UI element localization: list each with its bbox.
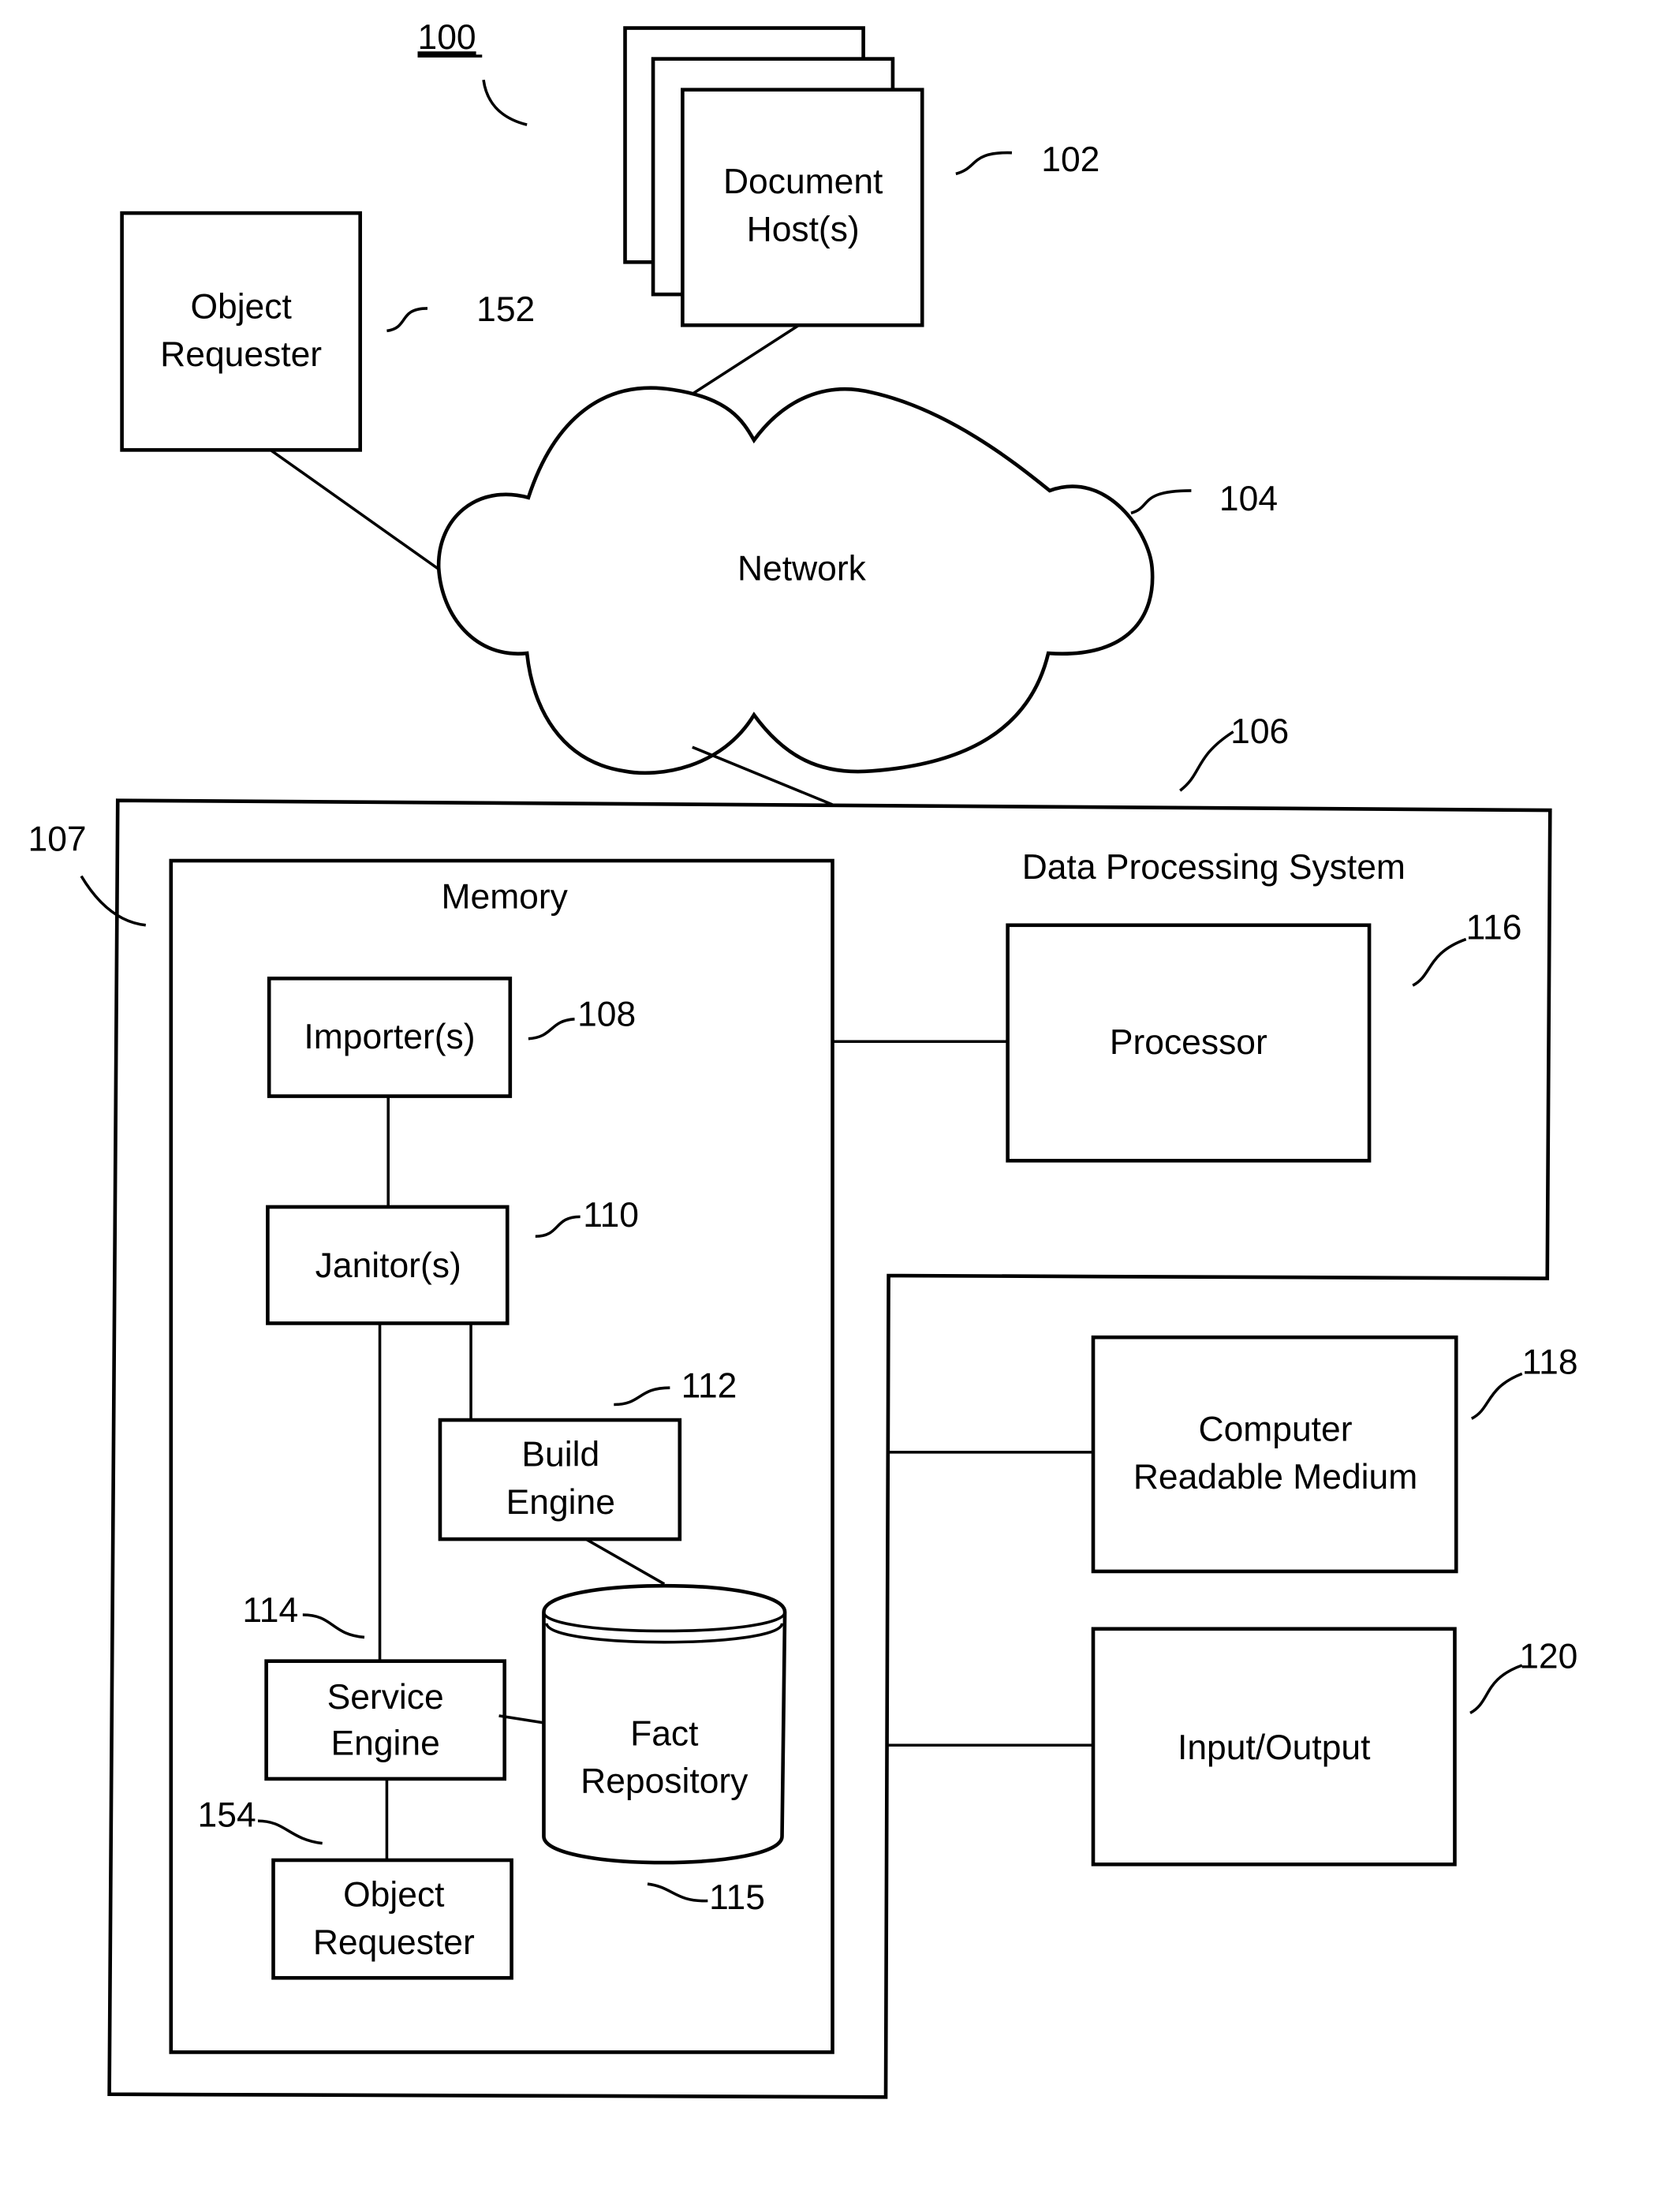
ref-116-label: 116 <box>1466 909 1522 947</box>
processor-node[interactable]: Processor <box>1006 923 1372 1163</box>
build-engine-label-1: Build <box>521 1436 599 1474</box>
service-engine-node[interactable]: Service Engine <box>264 1659 507 1781</box>
io-node[interactable]: Input/Output <box>1091 1627 1457 1866</box>
object-requester-external-label-1: Object <box>190 287 292 326</box>
ref-154-label: 154 <box>198 1795 256 1834</box>
document-host-label-1: Document <box>723 163 883 201</box>
ref-115-label: 115 <box>709 1878 765 1917</box>
ref-106-leader <box>1179 730 1234 792</box>
object-requester-external-label-2: Requester <box>160 335 322 374</box>
ref-110-leader <box>535 1215 581 1239</box>
object-requester-internal-label-1: Object <box>343 1876 445 1915</box>
object-requester-internal-node[interactable]: Object Requester <box>271 1858 513 1980</box>
memory-label: Memory <box>442 877 569 916</box>
figure-ref-100: 100 <box>417 18 528 126</box>
build-engine-node[interactable]: Build Engine <box>438 1418 682 1541</box>
crm-label-2: Readable Medium <box>1133 1458 1417 1496</box>
ref-112-leader <box>614 1386 670 1407</box>
janitor-label: Janitor(s) <box>315 1246 461 1285</box>
ref-104-leader <box>1130 489 1192 515</box>
object-requester-external-node[interactable]: Object Requester <box>120 211 362 452</box>
data-processing-system-label: Data Processing System <box>1022 848 1406 887</box>
crm-box[interactable] <box>1091 1335 1458 1574</box>
system-diagram: 100 Document Host(s) 102 Object Requeste… <box>28 18 1578 2099</box>
fact-repository-node[interactable]: Fact Repository <box>542 1583 787 1865</box>
service-engine-label-1: Service <box>327 1678 444 1717</box>
build-engine-label-2: Engine <box>506 1483 615 1522</box>
ref-152-label: 152 <box>476 290 535 329</box>
ref-152-leader <box>386 307 427 333</box>
ref-118-label: 118 <box>1522 1343 1578 1381</box>
ref-104-label: 104 <box>1219 480 1278 518</box>
object-requester-internal-label-2: Requester <box>313 1923 475 1962</box>
figure-ref-leader <box>482 80 528 126</box>
ref-115-leader <box>647 1882 708 1903</box>
ref-120-label: 120 <box>1519 1638 1577 1676</box>
document-host-box[interactable] <box>681 88 924 327</box>
importer-label: Importer(s) <box>304 1018 475 1056</box>
ref-114-label: 114 <box>242 1591 298 1630</box>
ref-154-leader <box>257 1819 323 1845</box>
ref-120-leader <box>1469 1664 1523 1714</box>
ref-107-label: 107 <box>28 820 87 859</box>
network-label: Network <box>737 550 867 588</box>
ref-106-label: 106 <box>1230 712 1289 751</box>
edge-document-host-network <box>691 323 800 395</box>
janitor-node[interactable]: Janitor(s) <box>266 1205 510 1325</box>
document-host-node[interactable]: Document Host(s) <box>623 26 924 327</box>
edge-object-requester-network <box>269 448 440 570</box>
fact-repository-label-2: Repository <box>581 1762 749 1801</box>
ref-102-label: 102 <box>1041 140 1099 179</box>
ref-108-label: 108 <box>577 996 636 1034</box>
object-requester-external-box[interactable] <box>120 211 362 452</box>
ref-116-leader <box>1412 937 1467 987</box>
crm-label-1: Computer <box>1199 1411 1353 1449</box>
processor-label: Processor <box>1110 1023 1267 1062</box>
ref-107-leader <box>80 875 146 927</box>
fact-repository-label-1: Fact <box>630 1714 699 1753</box>
ref-110-label: 110 <box>583 1196 639 1235</box>
ref-114-leader <box>302 1613 365 1639</box>
figure-ref-label: 100 <box>418 18 476 57</box>
service-engine-label-2: Engine <box>331 1724 440 1763</box>
importer-node[interactable]: Importer(s) <box>267 976 513 1098</box>
crm-node[interactable]: Computer Readable Medium <box>1091 1335 1458 1574</box>
ref-118-leader <box>1470 1372 1523 1420</box>
network-node[interactable]: Network <box>436 386 1155 775</box>
io-label: Input/Output <box>1178 1728 1371 1767</box>
ref-108-leader <box>528 1018 575 1041</box>
ref-112-label: 112 <box>681 1367 737 1406</box>
document-host-label-2: Host(s) <box>747 211 860 249</box>
ref-102-leader <box>955 151 1013 176</box>
edge-build-engine-fact-repository <box>584 1538 666 1586</box>
